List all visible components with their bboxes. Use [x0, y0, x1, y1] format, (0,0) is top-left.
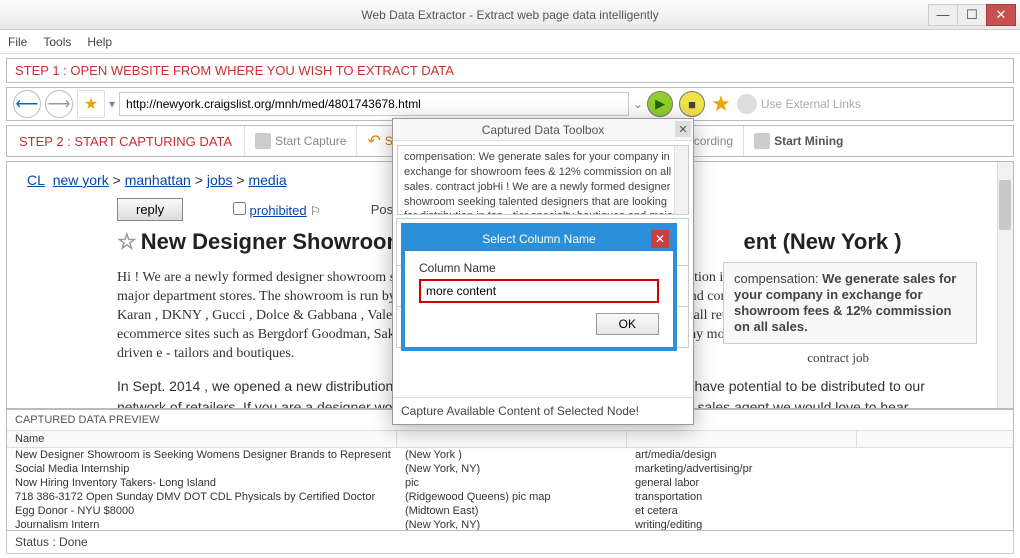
table-row[interactable]: Journalism Intern(New York, NY)writing/e… [7, 518, 1013, 530]
crumb-city[interactable]: new york [53, 172, 109, 188]
start-mining-button[interactable]: Start Mining [743, 126, 853, 156]
preview-col-name[interactable]: Name [7, 431, 397, 447]
toolbox-footer: Capture Available Content of Selected No… [393, 397, 693, 424]
back-button[interactable]: ⟵ [13, 90, 41, 118]
favorite-star-icon[interactable]: ☆ [117, 229, 137, 255]
undo-icon: ↶ [367, 131, 380, 151]
step2-label: STEP 2 : START CAPTURING DATA [7, 134, 244, 149]
captured-data-toolbox[interactable]: Captured Data Toolbox ✕ compensation: We … [392, 118, 694, 425]
url-input[interactable] [119, 92, 629, 116]
table-row[interactable]: Now Hiring Inventory Takers- Long Island… [7, 476, 1013, 490]
contract-type-label: contract job [807, 350, 869, 366]
favorites-button[interactable]: ★ [77, 90, 105, 118]
toolbox-preview-scrollbar[interactable] [674, 146, 688, 214]
toolbox-close-button[interactable]: ✕ [675, 121, 691, 137]
dialog-title: Select Column Name [482, 232, 595, 246]
column-name-label: Column Name [419, 261, 659, 275]
column-name-dialog[interactable]: Select Column Name ✕ Column Name OK [401, 223, 677, 351]
prohibited-link[interactable]: prohibited [250, 203, 307, 218]
go-button[interactable]: ▶ [647, 91, 673, 117]
column-name-input[interactable] [419, 279, 659, 303]
flag-icon: ⚐ [310, 204, 321, 218]
close-button[interactable]: ✕ [986, 4, 1016, 26]
compensation-box: compensation: We generate sales for your… [723, 262, 977, 344]
dialog-ok-button[interactable]: OK [596, 313, 659, 335]
start-capture-button[interactable]: Start Capture [244, 126, 356, 156]
post-title-part2: ent (New York ) [743, 229, 901, 255]
url-combo-icon[interactable]: ⌄ [633, 97, 643, 111]
crumb-borough[interactable]: manhattan [125, 172, 191, 188]
toolbox-title: Captured Data Toolbox [482, 123, 605, 137]
stop-load-button[interactable]: ■ [679, 91, 705, 117]
table-row[interactable]: Social Media Internship(New York, NY)mar… [7, 462, 1013, 476]
minimize-button[interactable]: — [928, 4, 958, 26]
dialog-close-button[interactable]: ✕ [651, 230, 669, 248]
maximize-button[interactable]: ☐ [957, 4, 987, 26]
toolbox-preview-text: compensation: We generate sales for your… [397, 145, 689, 215]
menu-tools[interactable]: Tools [43, 35, 71, 49]
browser-scrollbar[interactable] [997, 162, 1013, 408]
crumb-media[interactable]: media [248, 172, 286, 188]
crumb-cl[interactable]: CL [27, 172, 45, 188]
reply-button[interactable]: reply [117, 198, 183, 221]
menu-help[interactable]: Help [87, 35, 112, 49]
forward-button[interactable]: ⟶ [45, 90, 73, 118]
mining-icon [754, 133, 770, 149]
external-links-label: Use External Links [761, 97, 861, 111]
crumb-jobs[interactable]: jobs [207, 172, 233, 188]
link-icon [737, 94, 757, 114]
record-icon [255, 133, 271, 149]
menu-file[interactable]: File [8, 35, 27, 49]
table-row[interactable]: 718 386-3172 Open Sunday DMV DOT CDL Phy… [7, 490, 1013, 504]
table-row[interactable]: Egg Donor - NYU $8000(Midtown East)et ce… [7, 504, 1013, 518]
preview-grid[interactable]: New Designer Showroom is Seeking Womens … [7, 448, 1013, 530]
external-links-toggle[interactable]: Use External Links [737, 94, 861, 114]
bookmark-icon[interactable]: ★ [711, 91, 731, 117]
url-dropdown-icon[interactable]: ▾ [109, 97, 115, 111]
prohibited-checkbox[interactable] [233, 202, 246, 215]
window-title: Web Data Extractor - Extract web page da… [361, 8, 658, 22]
table-row[interactable]: New Designer Showroom is Seeking Womens … [7, 448, 1013, 462]
step1-label: STEP 1 : OPEN WEBSITE FROM WHERE YOU WIS… [7, 59, 1013, 82]
